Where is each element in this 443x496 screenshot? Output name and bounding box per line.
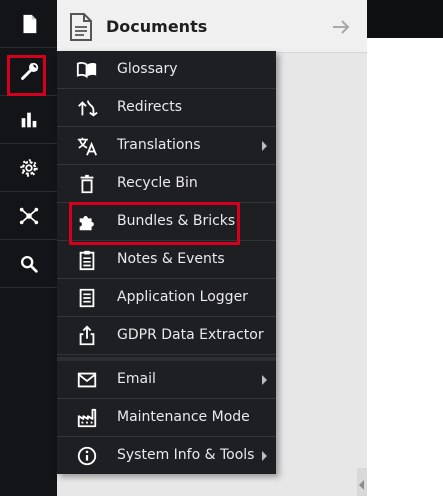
- menu-item-email[interactable]: Email: [57, 361, 276, 399]
- redirect-icon: [76, 97, 98, 119]
- factory-icon: [76, 407, 98, 429]
- menu-item-label: GDPR Data Extractor: [117, 327, 264, 343]
- mail-icon: [76, 369, 98, 391]
- clipboard-icon: [76, 249, 98, 271]
- menu-item-label: Translations: [117, 137, 201, 153]
- bar-chart-icon: [18, 109, 40, 131]
- menu-item-recycle-bin[interactable]: Recycle Bin: [57, 165, 276, 203]
- menu-item-translations[interactable]: Translations: [57, 127, 276, 165]
- trash-icon: [76, 173, 98, 195]
- gear-icon: [18, 157, 40, 179]
- menu-item-glossary[interactable]: Glossary: [57, 51, 276, 89]
- menu-item-label: Redirects: [117, 99, 183, 115]
- menu-item-label: Application Logger: [117, 289, 248, 305]
- menu-item-label: Glossary: [117, 61, 178, 77]
- rail-search[interactable]: [0, 240, 57, 288]
- document-outline-icon: [69, 12, 93, 42]
- rail-documents[interactable]: [0, 0, 57, 48]
- menu-item-label: Maintenance Mode: [117, 409, 250, 425]
- documents-title: Documents: [106, 17, 208, 36]
- tools-menu: Glossary Redirects Translations Recycle …: [57, 51, 276, 474]
- menu-item-application-logger[interactable]: Application Logger: [57, 279, 276, 317]
- network-icon: [18, 205, 40, 227]
- top-bar: [367, 0, 443, 38]
- menu-item-notes-events[interactable]: Notes & Events: [57, 241, 276, 279]
- menu-item-label: Email: [117, 371, 156, 387]
- menu-highlight-box: [69, 202, 240, 245]
- menu-item-maintenance-mode[interactable]: Maintenance Mode: [57, 399, 276, 437]
- menu-item-gdpr-extractor[interactable]: GDPR Data Extractor: [57, 317, 276, 355]
- rail-settings[interactable]: [0, 144, 57, 192]
- log-icon: [76, 287, 98, 309]
- scroll-left-icon[interactable]: [359, 480, 364, 490]
- document-icon: [18, 13, 40, 35]
- submenu-arrow-icon: [262, 375, 267, 385]
- rail-datahub[interactable]: [0, 192, 57, 240]
- menu-item-label: Notes & Events: [117, 251, 225, 267]
- scrollbar[interactable]: [357, 468, 367, 496]
- main-nav-rail: [0, 0, 57, 496]
- submenu-arrow-icon: [262, 141, 267, 151]
- rail-highlight-box: [7, 55, 46, 96]
- menu-item-label: System Info & Tools: [117, 447, 255, 463]
- main-content-area: [367, 38, 443, 496]
- documents-header[interactable]: Documents: [57, 0, 367, 53]
- arrow-right-icon[interactable]: [331, 17, 351, 37]
- export-icon: [76, 325, 98, 347]
- rail-reports[interactable]: [0, 96, 57, 144]
- translate-icon: [76, 135, 98, 157]
- menu-item-redirects[interactable]: Redirects: [57, 89, 276, 127]
- submenu-arrow-icon: [262, 451, 267, 461]
- book-icon: [76, 59, 98, 81]
- search-icon: [18, 253, 40, 275]
- menu-item-system-info[interactable]: System Info & Tools: [57, 437, 276, 475]
- menu-item-label: Recycle Bin: [117, 175, 198, 191]
- info-icon: [76, 445, 98, 467]
